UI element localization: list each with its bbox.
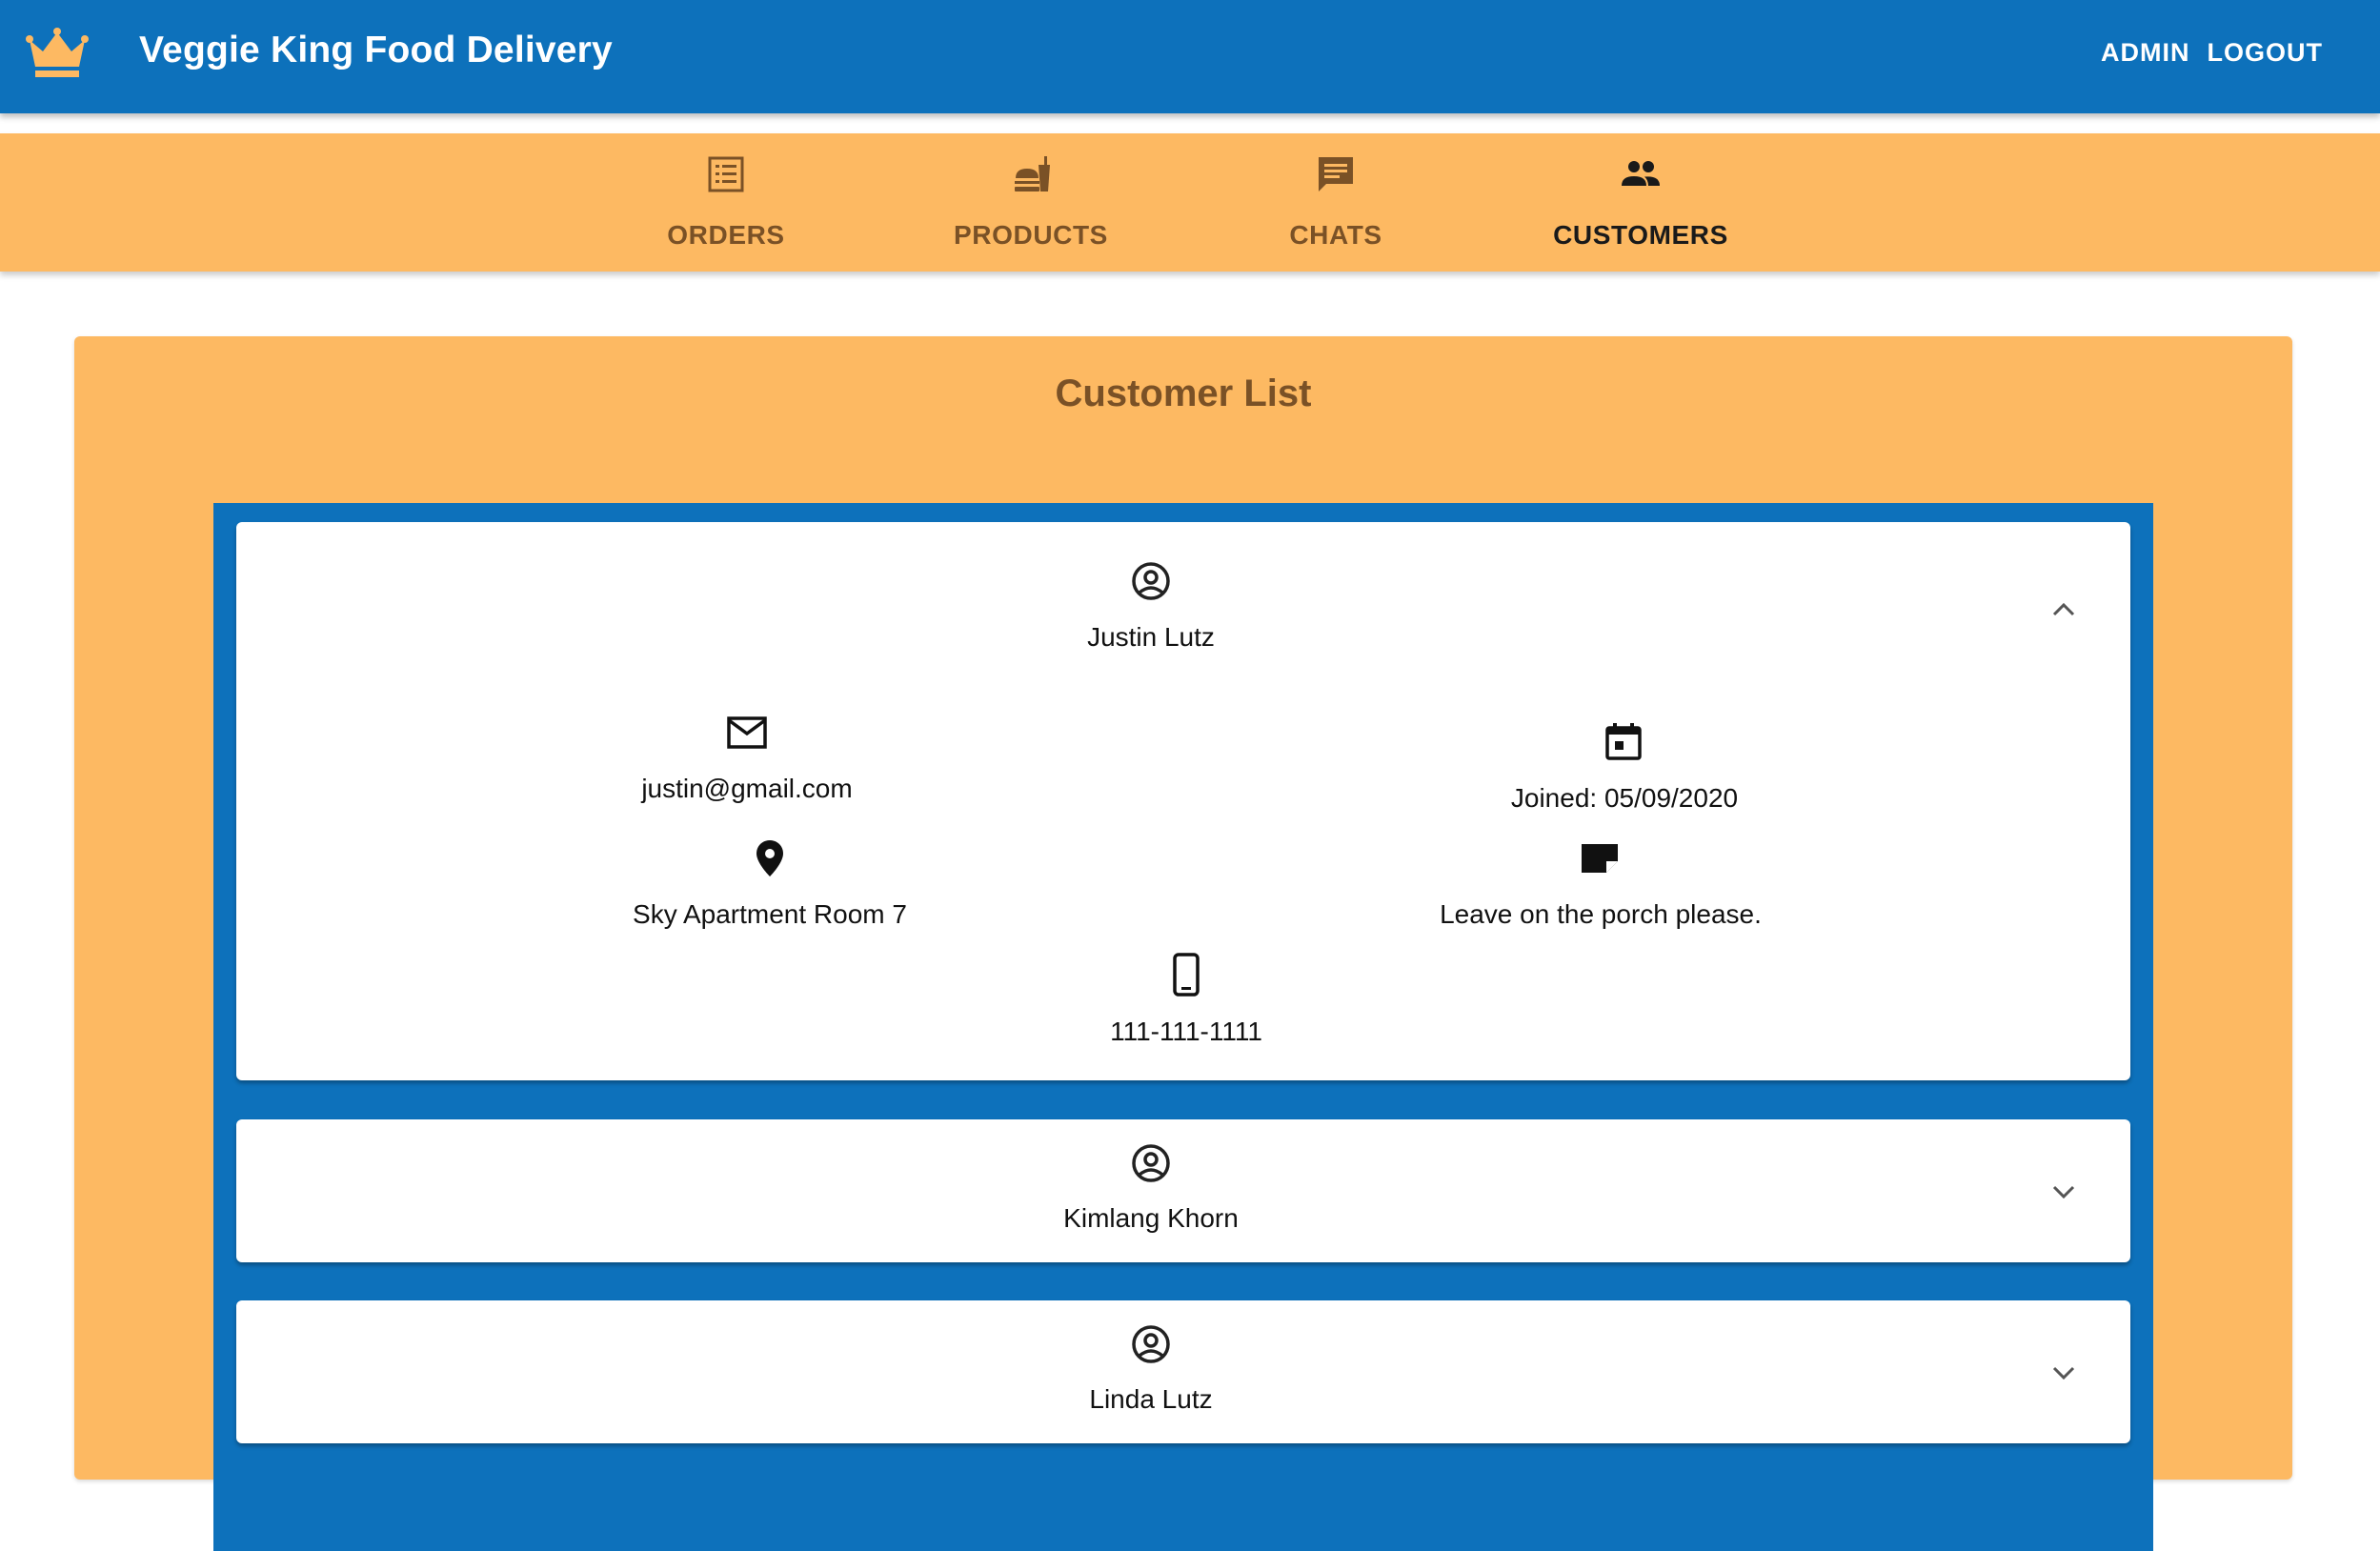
account-circle-icon <box>1132 562 1170 600</box>
tab-chats-label: CHATS <box>1289 220 1382 250</box>
customer-name: Linda Lutz <box>1089 1384 1213 1414</box>
tab-chats[interactable]: CHATS <box>1183 133 1488 272</box>
chevron-down-icon[interactable] <box>2045 1354 2083 1392</box>
customer-name: Justin Lutz <box>1087 622 1215 652</box>
people-icon <box>1622 161 1660 186</box>
tab-products[interactable]: PRODUCTS <box>878 133 1183 272</box>
chevron-up-icon[interactable] <box>2045 591 2083 629</box>
calendar-icon <box>1605 723 1642 760</box>
tab-bar: ORDERS PRODUCTS CHATS CUSTOMERS <box>0 133 2380 272</box>
account-circle-icon <box>1132 1325 1170 1363</box>
tab-products-label: PRODUCTS <box>954 220 1108 250</box>
customer-address: Sky Apartment Room 7 <box>633 899 907 929</box>
customer-list-panel: Customer List Justin Lutz justin@gmail.c… <box>74 336 2292 1551</box>
tab-customers[interactable]: CUSTOMERS <box>1488 133 1793 272</box>
fastfood-icon <box>1015 156 1050 191</box>
customer-card[interactable]: Justin Lutz justin@gmail.com Joined: 05/… <box>236 522 2130 1080</box>
customer-list: Justin Lutz justin@gmail.com Joined: 05/… <box>213 503 2153 1551</box>
page-title: Customer List <box>1055 373 1312 414</box>
customer-joined: Joined: 05/09/2020 <box>1510 783 1739 813</box>
header-nav: ADMIN LOGOUT <box>2101 38 2323 68</box>
customer-note: Leave on the porch please. <box>1440 899 1762 929</box>
phone-icon <box>1173 953 1200 997</box>
note-icon <box>1582 844 1618 873</box>
admin-button[interactable]: ADMIN <box>2101 38 2190 68</box>
customer-email: justin@gmail.com <box>641 774 853 803</box>
account-circle-icon <box>1132 1144 1170 1182</box>
app-bar: Veggie King Food Delivery ADMIN LOGOUT <box>0 0 2380 113</box>
location-pin-icon <box>756 840 783 876</box>
email-icon <box>727 716 767 749</box>
tab-orders-label: ORDERS <box>667 220 785 250</box>
chevron-down-icon[interactable] <box>2045 1173 2083 1211</box>
tab-customers-label: CUSTOMERS <box>1553 220 1728 250</box>
logout-button[interactable]: LOGOUT <box>2208 38 2324 68</box>
crown-icon[interactable] <box>26 27 89 80</box>
list-icon <box>708 156 744 192</box>
customer-phone: 111-111-1111 <box>1110 1017 1262 1046</box>
customer-name: Kimlang Khorn <box>1063 1203 1239 1233</box>
customer-card[interactable]: Kimlang Khorn <box>236 1119 2130 1262</box>
app-title: Veggie King Food Delivery <box>139 30 613 70</box>
customer-card[interactable]: Linda Lutz <box>236 1300 2130 1443</box>
tab-orders[interactable]: ORDERS <box>574 133 878 272</box>
chat-icon <box>1319 157 1353 191</box>
